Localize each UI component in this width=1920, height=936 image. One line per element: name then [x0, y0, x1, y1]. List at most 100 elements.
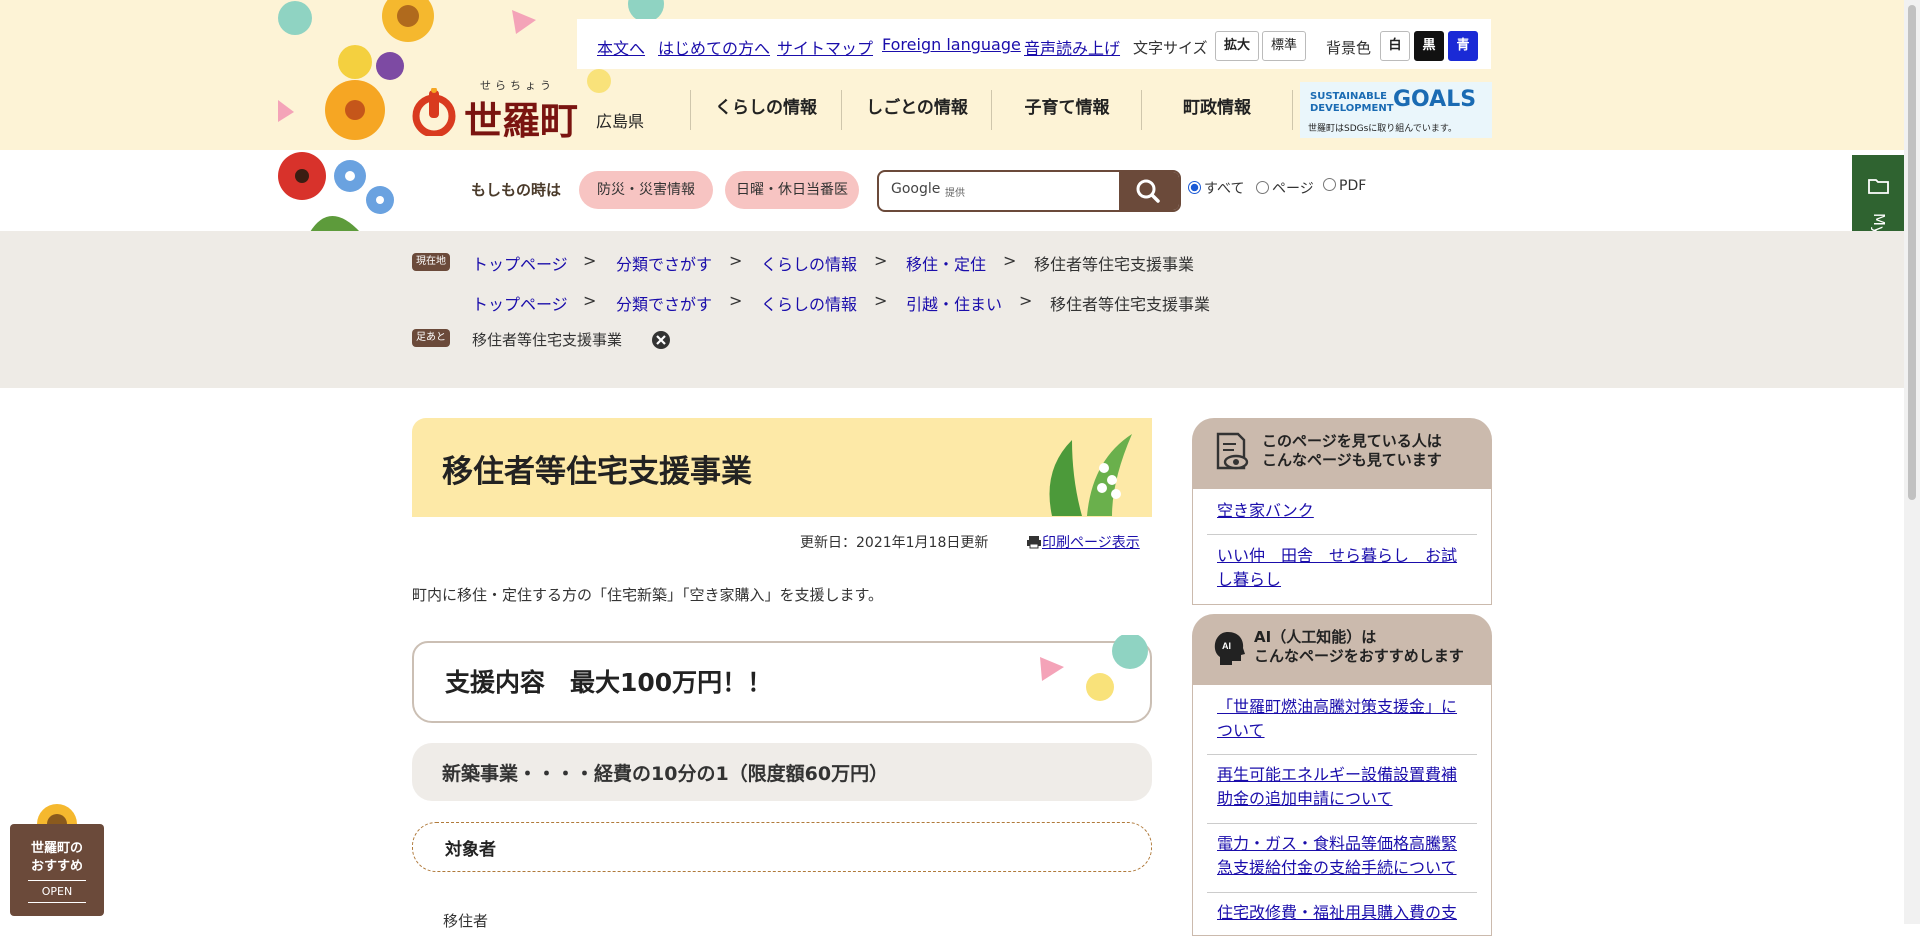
- ai-recommend-link[interactable]: 住宅改修費・福祉用具購入費の支: [1217, 901, 1467, 925]
- updated-date: 更新日：2021年1月18日更新: [800, 535, 989, 551]
- breadcrumb-current: 移住者等住宅支援事業: [1034, 255, 1195, 274]
- text-to-speech-link[interactable]: 音声読み上げ: [1024, 35, 1120, 59]
- osusume-open-label: OPEN: [41, 885, 73, 898]
- scope-pdf-label: PDF: [1339, 178, 1367, 194]
- intro-text: 町内に移住・定住する方の「住宅新築」「空き家購入」を支援します。: [412, 586, 884, 604]
- first-visit-link[interactable]: はじめての方へ: [658, 35, 770, 59]
- scope-page-label: ページ: [1272, 181, 1314, 197]
- radio-icon: [1323, 178, 1336, 191]
- target-heading: 対象者: [445, 840, 496, 860]
- scrollbar-thumb[interactable]: [1908, 5, 1916, 500]
- sdgs-goals: GOALS: [1393, 87, 1477, 112]
- bg-blue-button[interactable]: 青: [1448, 31, 1478, 61]
- scope-all-label: すべて: [1204, 181, 1245, 197]
- body-text: 移住者: [443, 912, 489, 930]
- list-divider: [1207, 892, 1477, 893]
- support-heading: 支援内容 最大100万円！！: [445, 668, 773, 697]
- bg-black-button[interactable]: 黒: [1414, 31, 1444, 61]
- support-heading-box: 支援内容 最大100万円！！: [412, 635, 1152, 723]
- sitemap-link[interactable]: サイトマップ: [777, 35, 873, 59]
- breadcrumb-category[interactable]: 分類でさがす: [616, 291, 712, 315]
- list-divider: [1207, 534, 1477, 535]
- breadcrumb-top[interactable]: トップページ: [472, 251, 568, 275]
- breadcrumb-top[interactable]: トップページ: [472, 291, 568, 315]
- utility-bar: 本文へ はじめての方へ サイトマップ Foreign language 音声読み…: [577, 19, 1491, 69]
- nav-separator: [1292, 90, 1293, 130]
- nav-work-info[interactable]: しごとの情報: [843, 88, 991, 128]
- holiday-doctor-button[interactable]: 日曜・休日当番医: [725, 171, 859, 209]
- svg-text:AI: AI: [1222, 641, 1231, 651]
- breadcrumb-relocation[interactable]: 移住・定住: [906, 251, 986, 275]
- ai-recommend-header: AI AI（人工知能）は こんなページをおすすめします: [1192, 614, 1492, 684]
- scope-pdf-radio[interactable]: PDF: [1323, 178, 1366, 194]
- close-icon[interactable]: [651, 330, 671, 350]
- breadcrumb-sep: >: [1003, 251, 1017, 270]
- search-button[interactable]: [1119, 172, 1179, 210]
- recommendations-open-button[interactable]: 世羅町の おすすめ OPEN: [10, 824, 104, 916]
- breadcrumb-living[interactable]: くらしの情報: [761, 291, 857, 315]
- nav-town-admin-info[interactable]: 町政情報: [1143, 88, 1291, 128]
- folder-icon: [1868, 179, 1889, 194]
- page-title: 移住者等住宅支援事業: [442, 454, 752, 490]
- search-icon: [1136, 179, 1160, 203]
- breadcrumb-sep: >: [583, 251, 597, 270]
- ai-recommend-link[interactable]: 電力・ガス・食料品等価格高騰緊急支援給付金の支給手続について: [1217, 832, 1467, 880]
- print-label: 印刷ページ表示: [1042, 535, 1140, 551]
- breadcrumb-sep: >: [874, 251, 888, 270]
- breadcrumb-sep: >: [874, 291, 888, 310]
- new-construction-heading: 新築事業・・・・経費の10分の1（限度額60万円）: [442, 763, 889, 785]
- triangle-decoration: [512, 10, 536, 34]
- also-viewed-title-1: このページを見ている人は: [1262, 432, 1442, 450]
- scope-page-radio[interactable]: ページ: [1256, 178, 1314, 198]
- bg-color-label: 背景色: [1326, 39, 1372, 57]
- sdgs-caption: 世羅町はSDGsに取り組んでいます。: [1308, 124, 1457, 134]
- logo-prefecture: 広島県: [596, 112, 645, 131]
- site-search: Google 提供: [877, 170, 1181, 212]
- search-input[interactable]: [881, 172, 1119, 210]
- sdgs-banner[interactable]: SUSTAINABLE DEVELOPMENT GOALS 世羅町はSDGsに取…: [1300, 82, 1492, 138]
- radio-selected-icon: [1188, 181, 1201, 194]
- also-viewed-header: このページを見ている人は こんなページも見ています: [1192, 418, 1492, 488]
- skip-to-content-link[interactable]: 本文へ: [597, 35, 645, 59]
- osusume-line1: 世羅町の: [30, 841, 83, 856]
- breadcrumb-sep: >: [583, 291, 597, 310]
- scope-all-radio[interactable]: すべて: [1188, 178, 1244, 198]
- also-viewed-link[interactable]: 空き家バンク: [1217, 499, 1467, 523]
- text-size-normal-button[interactable]: 標準: [1262, 31, 1306, 61]
- breadcrumb-current: 移住者等住宅支援事業: [1050, 295, 1211, 314]
- breadcrumb-area: 現在地 トップページ > 分類でさがす > くらしの情報 > 移住・定住 > 移…: [0, 231, 1904, 388]
- breadcrumb-living[interactable]: くらしの情報: [761, 251, 857, 275]
- nav-childcare-info[interactable]: 子育て情報: [993, 88, 1141, 128]
- decorative-shapes: [1040, 635, 1148, 701]
- disaster-info-button[interactable]: 防災・災害情報: [579, 171, 713, 209]
- nav-separator: [690, 90, 691, 130]
- nav-separator: [841, 90, 842, 130]
- list-divider: [1207, 823, 1477, 824]
- site-header: 本文へ はじめての方へ サイトマップ Foreign language 音声読み…: [0, 0, 1904, 232]
- osusume-divider: [28, 902, 86, 903]
- breadcrumb-moving[interactable]: 引越・住まい: [906, 291, 1002, 315]
- nav-separator: [991, 90, 992, 130]
- bg-white-button[interactable]: 白: [1380, 31, 1410, 61]
- text-size-large-button[interactable]: 拡大: [1215, 31, 1259, 61]
- foreign-language-link[interactable]: Foreign language: [882, 35, 1021, 54]
- sera-logo-icon: [412, 88, 456, 136]
- sdgs-line2: DEVELOPMENT: [1310, 103, 1394, 114]
- breadcrumb-sep: >: [729, 291, 743, 310]
- site-logo[interactable]: せらちょう 世羅町 広島県: [412, 78, 662, 143]
- breadcrumb-category[interactable]: 分類でさがす: [616, 251, 712, 275]
- history-item: 移住者等住宅支援事業: [472, 331, 623, 349]
- printer-icon: [1027, 536, 1041, 549]
- ai-recommend-link[interactable]: 「世羅町燃油高騰対策支援金」について: [1217, 695, 1467, 743]
- list-divider: [1207, 754, 1477, 755]
- ai-recommend-link[interactable]: 再生可能エネルギー設備設置費補助金の追加申請について: [1217, 763, 1467, 811]
- breadcrumb-sep: >: [1019, 291, 1033, 310]
- history-badge: 足あと: [412, 329, 450, 347]
- emergency-label: もしもの時は: [471, 181, 562, 199]
- sdgs-line1: SUSTAINABLE: [1310, 91, 1387, 102]
- print-link[interactable]: 印刷ページ表示: [1026, 532, 1140, 552]
- also-viewed-link[interactable]: いい仲 田舎 せら暮らし お試し暮らし: [1217, 544, 1467, 592]
- current-location-badge: 現在地: [412, 253, 450, 271]
- target-heading-box: 対象者: [412, 822, 1152, 872]
- nav-living-info[interactable]: くらしの情報: [692, 88, 840, 128]
